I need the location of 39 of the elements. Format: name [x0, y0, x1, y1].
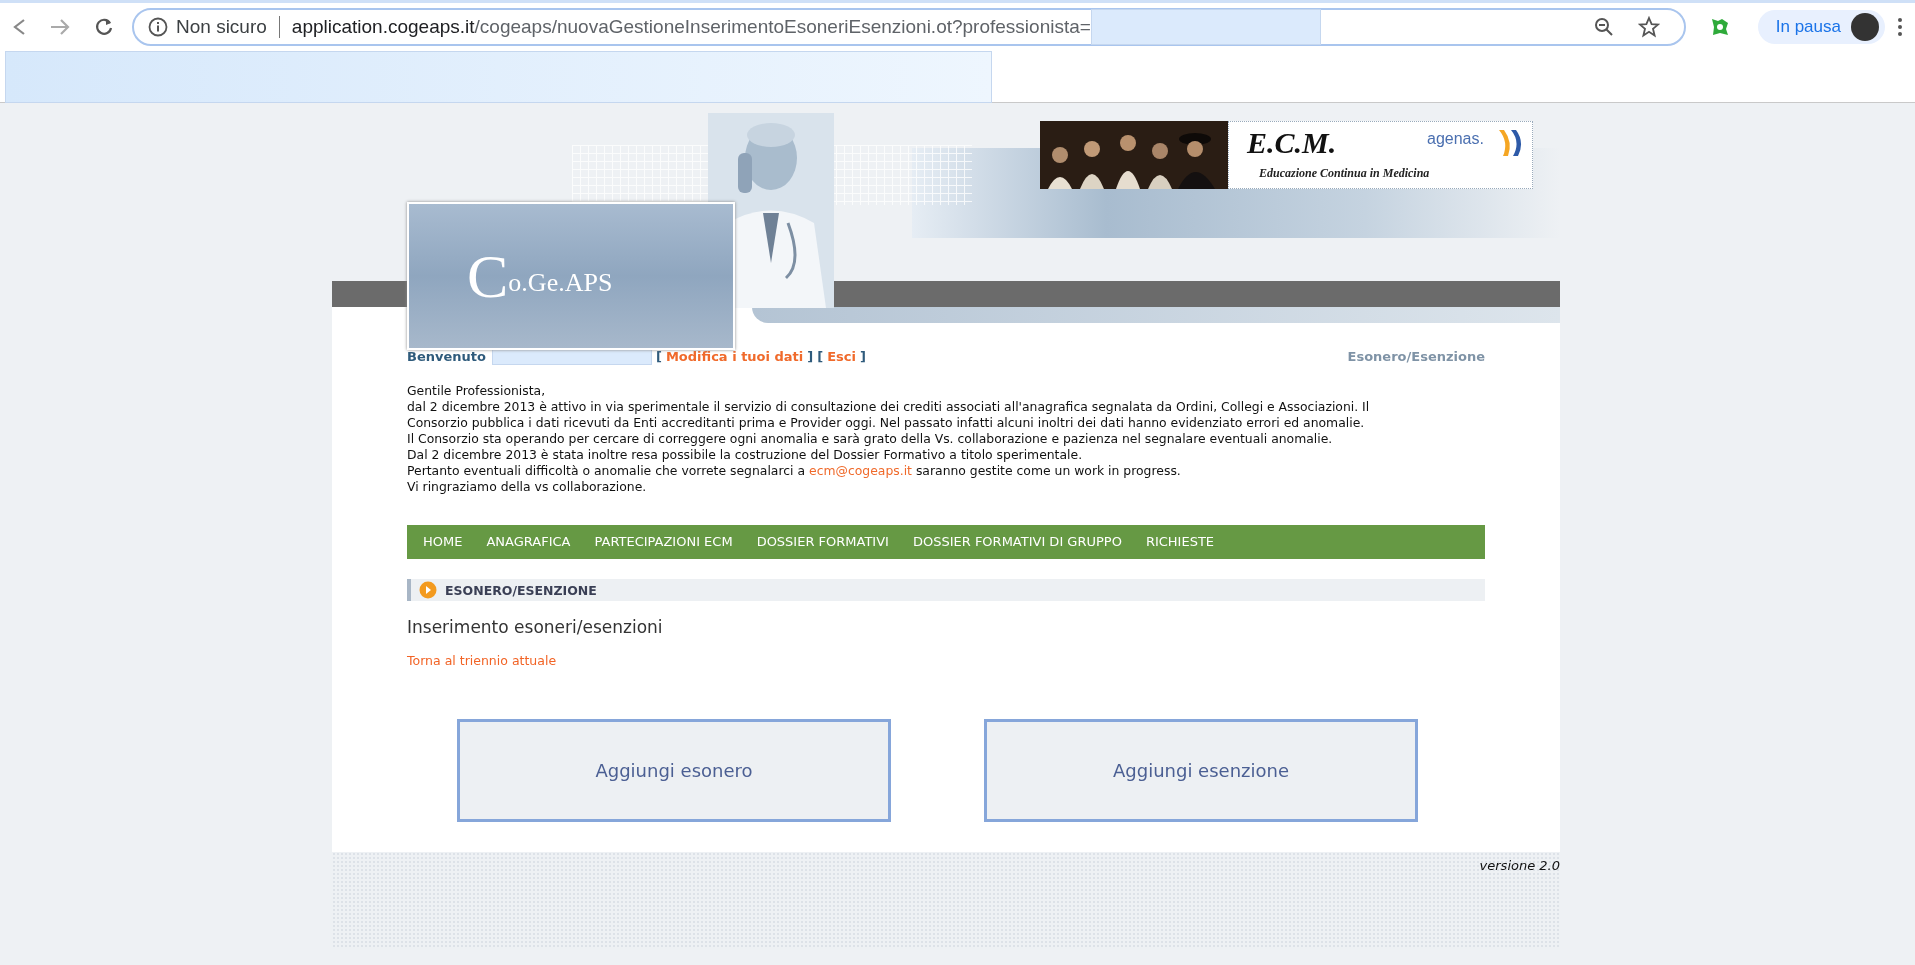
email-link[interactable]: ecm@cogeaps.it — [809, 463, 912, 478]
ecm-title: E.C.M. — [1247, 126, 1337, 160]
header-link[interactable]: Modifica i tuoi dati — [665, 348, 804, 364]
zoom-icon[interactable] — [1593, 17, 1614, 37]
nav-item[interactable]: DOSSIER FORMATIVI — [744, 525, 901, 559]
nav-item[interactable]: ANAGRAFICA — [474, 525, 583, 559]
menu-icon[interactable] — [1897, 17, 1903, 37]
back-link[interactable]: Torna al triennio attuale — [407, 653, 557, 668]
add-button[interactable]: Aggiungi esonero — [457, 719, 891, 822]
bracket-text: ] — [807, 348, 814, 364]
nav-item[interactable]: HOME — [411, 525, 475, 559]
url-text: application.cogeaps.it/cogeaps/nuovaGestioneInserimentoEsoneriEsenzioni.ot?professionista= — [291, 16, 1091, 38]
play-icon — [419, 581, 437, 599]
agency-logo-icon — [1497, 128, 1523, 158]
star-icon[interactable] — [1637, 16, 1660, 38]
bracket-text: [ — [655, 348, 662, 364]
header-link[interactable]: Esci — [827, 348, 856, 364]
reload-icon[interactable] — [94, 17, 114, 37]
nav-item[interactable]: PARTECIPAZIONI ECM — [582, 525, 745, 559]
version-label: versione 2.0 — [1479, 858, 1560, 873]
bracket-text: ] — [859, 348, 866, 364]
nav-item[interactable]: RICHIESTE — [1133, 525, 1227, 559]
bracket-text: [ — [817, 348, 824, 364]
welcome-label: Benvenuto — [407, 348, 486, 364]
section-label: Esonero/Esenzione — [1347, 348, 1485, 364]
site-logo: Co.Ge.APS — [407, 202, 735, 350]
notice-paragraph: Gentile Professionista, dal 2 dicembre 2013 è attivo in via sperimentale il servizio di consultazione dei crediti associati all'anagrafica segnalata da Ordini, Collegi e Associazioni. Il Consorzio pubblica i dati ricevuti da Enti accreditanti prima e Provider oggi. Nel passato infatti alcuni inoltri dei dati hanno evidenziato errori ed anomalie. Il Consorzio sta operando per cercare di correggere ogni anomalia e sarà grato della Vs. collaborazione e pazienza nel segnalare eventuali anomalie. Dal 2 dicembre 2013 è stata inoltre resa possibile la costruzione del Dossier Formativo a titolo sperimentale. Pertanto eventuali difficoltà o anomalie che vorrete segnalarci a ecm@cogeaps.it saranno gestite come un work in progress. Vi ringraziamo della vs collaborazione. — [407, 383, 1371, 495]
profile-button[interactable]: In pausa — [1757, 10, 1885, 44]
add-button[interactable]: Aggiungi esenzione — [984, 719, 1418, 822]
section-title: ESONERO/ESENZIONE — [445, 582, 597, 598]
info-icon[interactable] — [148, 17, 168, 37]
page-title: Inserimento esoneri/esenzioni — [407, 617, 664, 637]
avatar-icon — [1851, 13, 1879, 41]
security-label: Non sicuro — [176, 16, 280, 38]
address-bar[interactable]: Non sicuro application.cogeaps.it/cogeaps/nuovaGestioneInserimentoEsoneriEsenzioni.ot?professionista= — [132, 8, 1686, 46]
nav-item[interactable]: DOSSIER FORMATIVI DI GRUPPO — [900, 525, 1134, 559]
agency-logo-text: agenas. — [1427, 130, 1484, 148]
back-icon[interactable] — [12, 18, 26, 36]
ecm-subtitle: Educazione Continua in Medicina — [1259, 166, 1430, 181]
